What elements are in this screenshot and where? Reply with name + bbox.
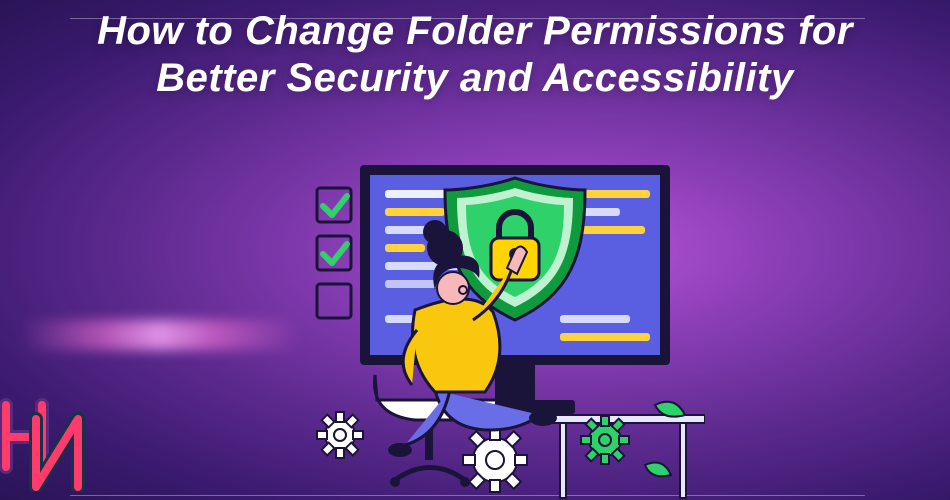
hero-illustration [285, 160, 705, 500]
checkbox-group [317, 188, 351, 318]
checkbox-checked-1 [317, 188, 351, 222]
lens-flare [20, 320, 300, 350]
brand-logo [0, 397, 110, 492]
gear-icon-small-green [581, 416, 629, 464]
page-title: How to Change Folder Permissions for Bet… [95, 8, 855, 102]
gear-icon-small-white [317, 412, 363, 458]
desk [545, 415, 705, 498]
checkbox-empty [317, 284, 351, 318]
gear-icon-large [463, 428, 527, 492]
checkbox-checked-2 [317, 236, 351, 270]
